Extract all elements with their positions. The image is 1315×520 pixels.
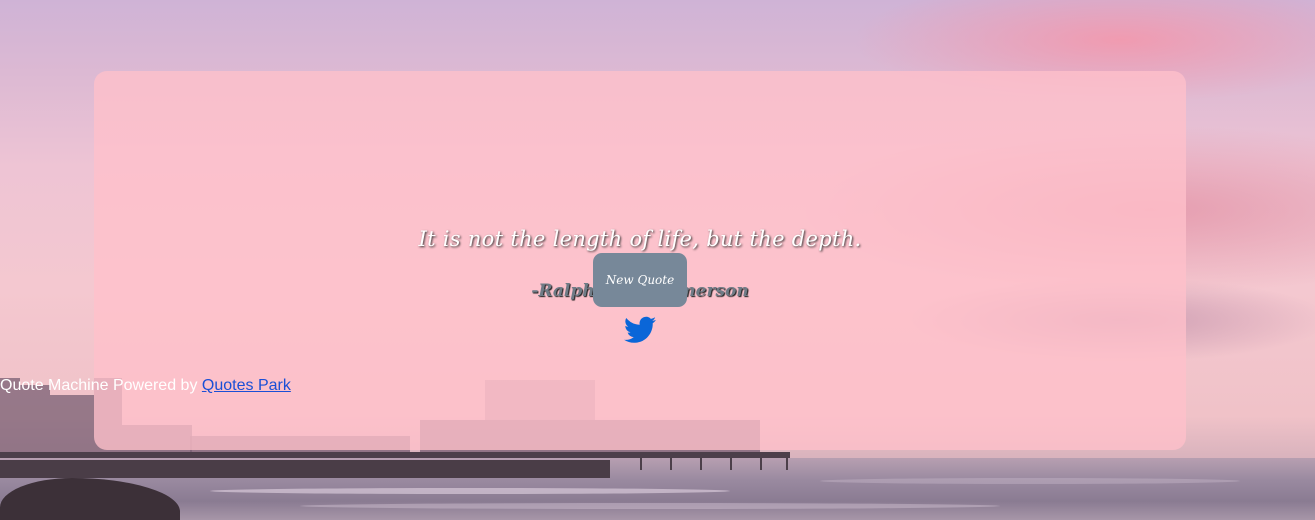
footer-credit: Quote Machine Powered by Quotes Park bbox=[0, 377, 1315, 395]
tweet-quote-link[interactable] bbox=[624, 316, 656, 344]
quote-text: It is not the length of life, but the de… bbox=[418, 227, 862, 251]
pier-post bbox=[640, 456, 642, 470]
pier-post bbox=[670, 456, 672, 470]
shoreline bbox=[0, 460, 610, 478]
wave bbox=[820, 478, 1240, 484]
wave bbox=[210, 488, 730, 494]
quotes-park-link[interactable]: Quotes Park bbox=[202, 377, 291, 394]
pier-post bbox=[760, 456, 762, 470]
new-quote-button[interactable]: New Quote bbox=[593, 253, 687, 307]
footer-prefix: Quote Machine Powered by bbox=[0, 377, 198, 394]
pier-post bbox=[700, 456, 702, 470]
building bbox=[20, 385, 50, 458]
building bbox=[50, 395, 94, 458]
pier-post bbox=[730, 456, 732, 470]
wave bbox=[300, 503, 1000, 509]
twitter-bird-icon bbox=[624, 316, 656, 343]
pier-post bbox=[786, 456, 788, 470]
